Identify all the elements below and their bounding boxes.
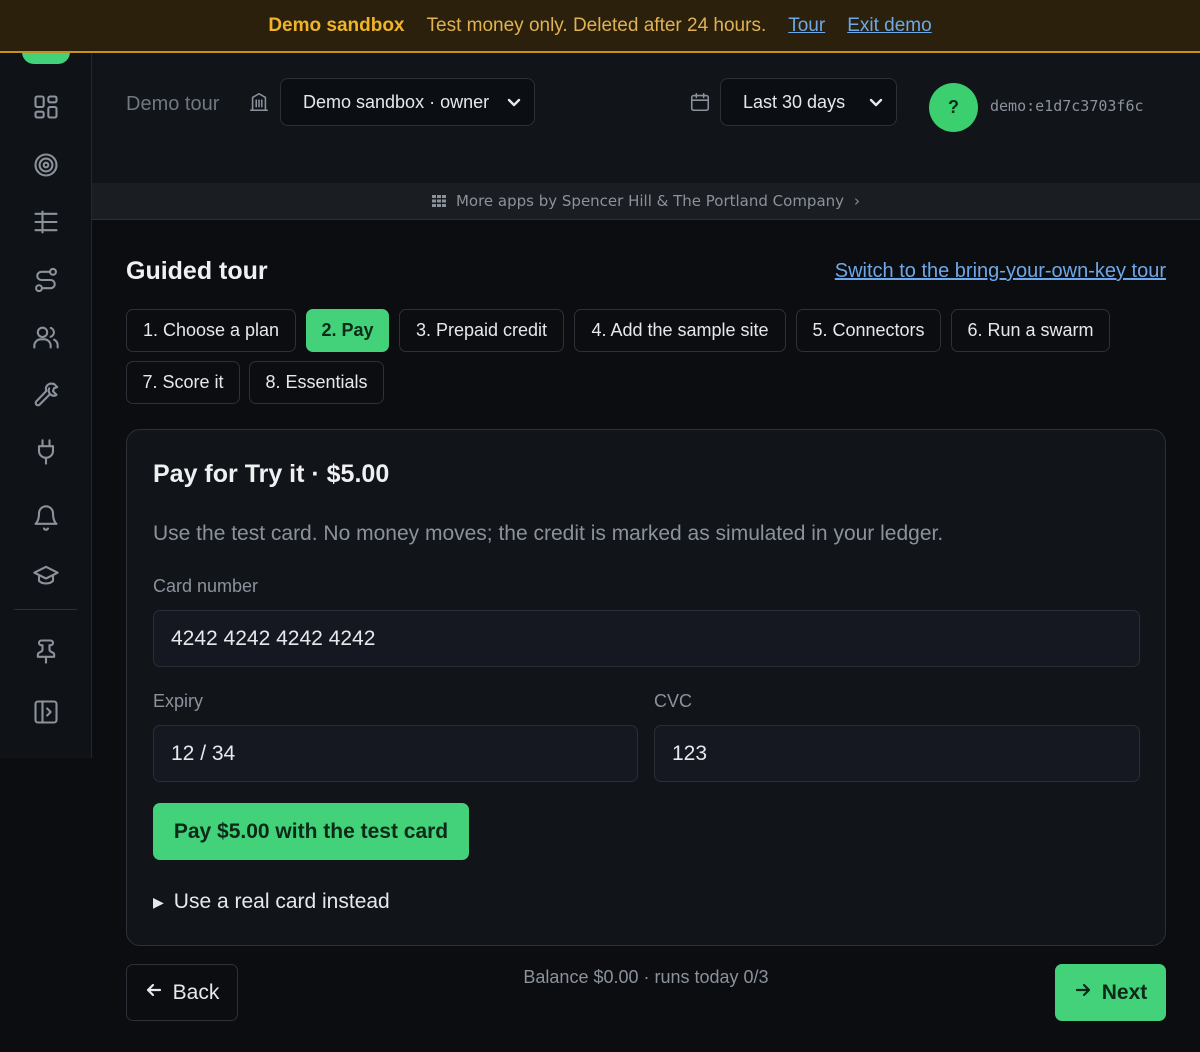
tab-step-4[interactable]: 4. Add the sample site [574, 309, 786, 352]
more-apps-text: More apps by Spencer Hill & The Portland… [455, 192, 845, 210]
arrow-right-icon [1074, 981, 1092, 1005]
card-number-field[interactable]: 4242 4242 4242 4242 [153, 610, 1140, 667]
demo-banner: Demo sandbox Test money only. Deleted af… [0, 0, 1200, 53]
pay-card: Pay for Try it · $5.00 Use the test card… [126, 429, 1166, 946]
disclosure-triangle-icon: ▶ [153, 893, 164, 910]
more-apps-strip[interactable]: More apps by Spencer Hill & The Portland… [92, 183, 1200, 220]
use-real-card-toggle[interactable]: ▶ Use a real card instead [153, 890, 390, 914]
workspace-select[interactable]: Demo sandbox · owner [280, 78, 535, 126]
tab-step-5[interactable]: 5. Connectors [796, 309, 941, 352]
tab-step-2[interactable]: 2. Pay [306, 309, 389, 352]
plug-icon[interactable] [28, 434, 64, 470]
demo-banner-message: Test money only. Deleted after 24 hours. [426, 14, 767, 36]
graduation-cap-icon[interactable] [28, 557, 64, 593]
card-description: Use the test card. No money moves; the c… [153, 522, 944, 545]
calendar-icon [689, 91, 711, 113]
date-range-select-value: Last 30 days [743, 91, 846, 112]
user-id: demo:e1d7c3703f6c [990, 97, 1144, 115]
page-title: Guided tour [126, 257, 268, 285]
workspace-select-value: Demo sandbox · owner [303, 91, 490, 112]
target-icon[interactable] [28, 147, 64, 183]
expiry-field[interactable]: 12 / 34 [153, 725, 638, 782]
users-icon[interactable] [28, 319, 64, 355]
route-icon[interactable] [28, 262, 64, 298]
dashboard-icon[interactable] [28, 89, 64, 125]
apps-grid-icon [431, 194, 446, 208]
demo-banner-label: Demo sandbox [268, 14, 405, 36]
expiry-label: Expiry [153, 691, 204, 711]
cvc-field[interactable]: 123 [654, 725, 1140, 782]
bell-icon[interactable] [28, 500, 64, 536]
tab-step-7[interactable]: 7. Score it [126, 361, 240, 404]
tab-step-3[interactable]: 3. Prepaid credit [399, 309, 564, 352]
balance-status: Balance $0.00 · runs today 0/3 [523, 967, 769, 987]
collapse-sidebar-icon[interactable] [28, 694, 64, 730]
runs-icon[interactable] [28, 204, 64, 240]
tab-step-1[interactable]: 1. Choose a plan [126, 309, 296, 352]
date-range-select[interactable]: Last 30 days [720, 78, 897, 126]
wrench-icon[interactable] [28, 377, 64, 413]
switch-tour-link[interactable]: Switch to the bring-your-own-key tour [835, 260, 1166, 283]
sidebar [0, 0, 92, 758]
chevron-down-icon [868, 94, 884, 110]
pay-test-card-button[interactable]: Pay $5.00 with the test card [153, 803, 469, 860]
breadcrumb: Demo tour [126, 93, 220, 115]
top-header: Demo tour Demo sandbox · owner Last 30 d… [92, 53, 1200, 183]
pin-icon[interactable] [28, 633, 64, 669]
tab-step-8[interactable]: 8. Essentials [249, 361, 384, 404]
exit-demo-link[interactable]: Exit demo [847, 15, 931, 37]
building-icon [248, 91, 270, 113]
chevron-down-icon [506, 94, 522, 110]
card-number-label: Card number [153, 576, 259, 596]
chevron-right-icon: › [854, 192, 861, 210]
card-title: Pay for Try it · $5.00 [153, 460, 390, 488]
next-button[interactable]: Next [1055, 964, 1166, 1021]
tour-link[interactable]: Tour [788, 15, 825, 37]
next-button-label: Next [1101, 980, 1148, 1004]
use-real-card-label: Use a real card instead [173, 890, 390, 913]
cvc-label: CVC [654, 691, 693, 711]
avatar[interactable]: ? [929, 83, 978, 132]
sidebar-divider [14, 609, 77, 610]
tab-step-6[interactable]: 6. Run a swarm [951, 309, 1110, 352]
